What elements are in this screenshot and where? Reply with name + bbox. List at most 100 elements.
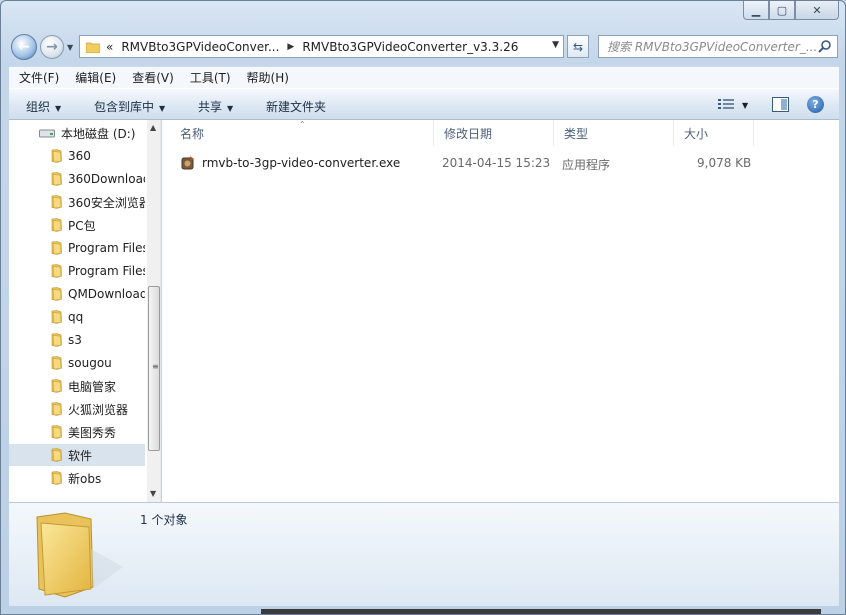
file-list: ⌃ 名称 修改日期 类型 大小 rmvb-to-3gp-video-conver… bbox=[162, 120, 839, 502]
column-header-name[interactable]: 名称 bbox=[170, 120, 434, 146]
command-bar: 组织 ▼ 包含到库中 ▼ 共享 ▼ 新建文件夹 ▼ ? bbox=[9, 88, 839, 120]
folder-icon bbox=[51, 218, 62, 232]
organize-label: 组织 bbox=[26, 100, 51, 114]
tree-item-folder[interactable]: 360安全浏览器 bbox=[9, 191, 145, 213]
tree-item-folder[interactable]: 360Downloads bbox=[9, 168, 145, 190]
tree-scrollbar[interactable]: ▲ ≡ ▼ bbox=[147, 120, 160, 502]
item-count: 1 个对象 bbox=[140, 513, 188, 527]
menu-help[interactable]: 帮助(H) bbox=[247, 69, 289, 86]
new-folder-label: 新建文件夹 bbox=[266, 100, 327, 114]
tree-item-label: 火狐浏览器 bbox=[68, 402, 129, 417]
minimize-button[interactable]: ▁ bbox=[743, 1, 769, 20]
menu-bar: 文件(F) 编辑(E) 查看(V) 工具(T) 帮助(H) bbox=[9, 66, 839, 88]
search-icon[interactable] bbox=[818, 39, 832, 53]
column-header-size[interactable]: 大小 bbox=[674, 120, 754, 146]
chevron-down-icon[interactable]: ▼ bbox=[552, 40, 559, 50]
folder-icon bbox=[51, 356, 62, 370]
scroll-thumb[interactable]: ≡ bbox=[148, 286, 160, 451]
file-row[interactable]: rmvb-to-3gp-video-converter.exe 2014-04-… bbox=[174, 152, 774, 174]
folder-icon bbox=[51, 425, 62, 439]
caption-buttons: ▁ ▢ ✕ bbox=[743, 1, 839, 20]
breadcrumb-parent[interactable]: RMVBto3GPVideoConver... bbox=[121, 40, 279, 54]
tree-item-folder[interactable]: 电脑管家 bbox=[9, 375, 145, 397]
folder-large-icon bbox=[36, 512, 123, 598]
tree-item-folder[interactable]: qq bbox=[9, 306, 145, 328]
view-options-icon[interactable] bbox=[718, 98, 734, 111]
column-label: 类型 bbox=[564, 126, 589, 141]
folder-icon bbox=[86, 42, 100, 53]
column-header-type[interactable]: 类型 bbox=[554, 120, 674, 146]
arrow-left-icon: ← bbox=[18, 39, 30, 55]
tree-item-folder[interactable]: Program Files bbox=[9, 237, 145, 259]
caret-down-icon: ▼ bbox=[227, 104, 234, 113]
file-modified: 2014-04-15 15:23 bbox=[442, 156, 551, 170]
chevron-right-icon[interactable]: ▶ bbox=[287, 42, 294, 52]
file-type: 应用程序 bbox=[562, 158, 611, 172]
details-pane: 1 个对象 bbox=[9, 502, 839, 606]
address-overflow[interactable]: « bbox=[106, 40, 113, 54]
file-name: rmvb-to-3gp-video-converter.exe bbox=[202, 156, 401, 170]
new-folder-button[interactable]: 新建文件夹 bbox=[266, 98, 326, 115]
caret-down-icon[interactable]: ▼ bbox=[742, 101, 748, 110]
tree-item-drive-d[interactable]: 本地磁盘 (D:) bbox=[9, 122, 145, 144]
address-bar[interactable]: « RMVBto3GPVideoConver... ▶ RMVBto3GPVid… bbox=[79, 35, 564, 58]
tree-item-folder[interactable]: 新obs bbox=[9, 467, 145, 489]
navigation-pane: 本地磁盘 (D:) 360 360Downloads 360安全浏览器 PC包 Prog… bbox=[9, 120, 161, 502]
tree-item-folder[interactable]: 火狐浏览器 bbox=[9, 398, 145, 420]
refresh-button[interactable]: ⇆ bbox=[567, 35, 589, 58]
scroll-down-icon[interactable]: ▼ bbox=[150, 489, 156, 498]
menu-view[interactable]: 查看(V) bbox=[132, 69, 174, 86]
breadcrumb-current[interactable]: RMVBto3GPVideoConverter_v3.3.26 bbox=[302, 40, 518, 54]
tree-item-folder[interactable]: s3 bbox=[9, 329, 145, 351]
include-library-label: 包含到库中 bbox=[94, 100, 155, 114]
folder-icon bbox=[51, 195, 62, 209]
folder-icon bbox=[51, 310, 62, 324]
organize-button[interactable]: 组织 ▼ bbox=[26, 98, 61, 115]
search-placeholder: 搜索 RMVBto3GPVideoConverter_... bbox=[607, 40, 818, 54]
caret-down-icon: ▼ bbox=[55, 104, 62, 113]
folder-icon bbox=[51, 264, 62, 278]
menu-tools[interactable]: 工具(T) bbox=[190, 69, 231, 86]
tree-item-folder[interactable]: sougou bbox=[9, 352, 145, 374]
column-label: 修改日期 bbox=[444, 126, 493, 141]
share-button[interactable]: 共享 ▼ bbox=[198, 98, 233, 115]
grip-icon: ≡ bbox=[152, 362, 159, 371]
arrow-right-icon: → bbox=[46, 39, 58, 55]
folder-icon bbox=[51, 172, 62, 186]
refresh-icon: ⇆ bbox=[572, 39, 584, 54]
tree-item-label: PC包 bbox=[68, 218, 96, 233]
forward-button[interactable]: → bbox=[40, 35, 64, 59]
maximize-button[interactable]: ▢ bbox=[769, 1, 795, 20]
share-label: 共享 bbox=[198, 100, 223, 114]
tree-item-folder[interactable]: PC包 bbox=[9, 214, 145, 236]
search-input[interactable]: 搜索 RMVBto3GPVideoConverter_... bbox=[598, 35, 838, 58]
menu-file[interactable]: 文件(F) bbox=[19, 69, 59, 86]
tree-item-label: 本地磁盘 (D:) bbox=[61, 126, 136, 141]
tree-item-folder[interactable]: 软件 bbox=[9, 444, 145, 466]
window-shadow-strip bbox=[261, 609, 821, 614]
tree-item-label: Program Files bbox=[68, 264, 145, 278]
column-label: 大小 bbox=[684, 126, 709, 141]
tree-item-label: 360安全浏览器 bbox=[68, 195, 145, 210]
folder-icon bbox=[51, 287, 62, 301]
close-button[interactable]: ✕ bbox=[795, 1, 839, 20]
tree-item-folder[interactable]: QMDownload bbox=[9, 283, 145, 305]
drive-icon bbox=[39, 129, 55, 138]
include-library-button[interactable]: 包含到库中 ▼ bbox=[94, 98, 165, 115]
menu-edit[interactable]: 编辑(E) bbox=[75, 69, 116, 86]
tree-item-folder[interactable]: Program Files bbox=[9, 260, 145, 282]
folder-icon bbox=[51, 241, 62, 255]
tree-item-folder[interactable]: 360 bbox=[9, 145, 145, 167]
folder-icon bbox=[51, 471, 62, 485]
help-icon[interactable]: ? bbox=[807, 96, 824, 113]
tree-item-label: 新obs bbox=[68, 471, 102, 486]
tree-item-label: 360Downloads bbox=[68, 172, 145, 186]
preview-pane-icon[interactable] bbox=[772, 97, 789, 112]
column-header-modified[interactable]: 修改日期 bbox=[434, 120, 554, 146]
tree-item-folder[interactable]: 美图秀秀 bbox=[9, 421, 145, 443]
tree-item-label: 美图秀秀 bbox=[68, 425, 117, 440]
scroll-up-icon[interactable]: ▲ bbox=[150, 123, 156, 132]
recent-pages-dropdown[interactable]: ▼ bbox=[67, 43, 73, 52]
exe-app-icon bbox=[181, 156, 194, 170]
back-button[interactable]: ← bbox=[11, 34, 37, 60]
